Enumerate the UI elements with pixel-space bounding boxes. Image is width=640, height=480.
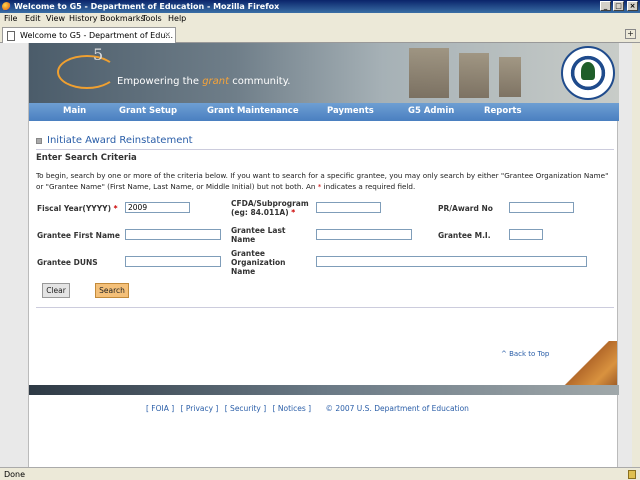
footer-notices-link[interactable]: [ Notices ] bbox=[273, 404, 312, 413]
instructions-text: To begin, search by one or more of the c… bbox=[36, 170, 616, 192]
footer-band bbox=[29, 385, 619, 395]
status-bar: Done bbox=[0, 467, 640, 480]
g5-logo bbox=[57, 55, 117, 89]
pr-award-input[interactable] bbox=[509, 202, 574, 213]
copyright-text: © 2007 U.S. Department of Education bbox=[325, 404, 469, 413]
tab-bar: Welcome to G5 - Department of Edu... × + bbox=[0, 25, 640, 43]
vertical-scrollbar[interactable] bbox=[632, 43, 640, 467]
maximize-button[interactable]: □ bbox=[613, 1, 624, 11]
menu-view[interactable]: View bbox=[46, 14, 65, 23]
mi-input[interactable] bbox=[509, 229, 543, 240]
required-star: * bbox=[113, 204, 118, 213]
tab-close-icon[interactable]: × bbox=[164, 30, 171, 39]
last-name-label: Grantee Last Name bbox=[231, 226, 286, 244]
pr-award-label: PR/Award No bbox=[438, 204, 493, 213]
nav-reports[interactable]: Reports bbox=[484, 106, 522, 116]
fiscal-year-input[interactable] bbox=[125, 202, 190, 213]
minimize-button[interactable]: _ bbox=[600, 1, 611, 11]
fiscal-year-label: Fiscal Year(YYYY) * bbox=[37, 204, 118, 213]
footer-links: [ FOIA ] [ Privacy ] [ Security ] [ Noti… bbox=[146, 404, 473, 413]
cfda-label: CFDA/Subprogram (eg: 84.011A) * bbox=[231, 199, 311, 217]
site-banner: 5 Empowering the grant community. bbox=[29, 43, 619, 103]
g5-logo-text: 5 bbox=[93, 45, 104, 64]
tab-label: Welcome to G5 - Department of Edu... bbox=[20, 31, 174, 40]
tagline-accent: grant bbox=[202, 76, 230, 87]
page-icon bbox=[7, 31, 15, 41]
first-name-label: Grantee First Name bbox=[37, 231, 120, 240]
window-titlebar: Welcome to G5 - Department of Education … bbox=[0, 0, 640, 13]
firefox-icon bbox=[2, 2, 11, 11]
org-name-input[interactable] bbox=[316, 256, 587, 267]
close-window-button[interactable]: × bbox=[627, 1, 638, 11]
required-star: * bbox=[291, 208, 296, 217]
first-name-input[interactable] bbox=[125, 229, 221, 240]
menu-bar: File Edit View History Bookmarks Tools H… bbox=[0, 13, 640, 25]
browser-tab[interactable]: Welcome to G5 - Department of Edu... × bbox=[2, 27, 176, 43]
tagline-part: community. bbox=[229, 76, 291, 87]
window-title: Welcome to G5 - Department of Education … bbox=[14, 2, 280, 11]
back-to-top-link[interactable]: ^ Back to Top bbox=[501, 350, 549, 358]
page-title: Initiate Award Reinstatement bbox=[47, 135, 193, 146]
bookshelf-decoration bbox=[459, 53, 489, 98]
bookshelf-decoration bbox=[409, 48, 449, 98]
seal-tree-icon bbox=[581, 62, 595, 80]
menu-help[interactable]: Help bbox=[168, 14, 186, 23]
label-text: Fiscal Year(YYYY) bbox=[37, 204, 112, 213]
department-seal-icon bbox=[561, 46, 615, 100]
lock-icon bbox=[628, 470, 636, 479]
duns-input[interactable] bbox=[125, 256, 221, 267]
title-divider bbox=[36, 149, 614, 150]
status-text: Done bbox=[4, 470, 26, 479]
footer-foia-link[interactable]: [ FOIA ] bbox=[146, 404, 174, 413]
nav-g5-admin[interactable]: G5 Admin bbox=[408, 106, 454, 116]
new-tab-button[interactable]: + bbox=[625, 29, 636, 39]
collapse-icon[interactable] bbox=[36, 138, 42, 144]
clear-button[interactable]: Clear bbox=[42, 283, 70, 298]
last-name-input[interactable] bbox=[316, 229, 412, 240]
banner-tagline: Empowering the grant community. bbox=[117, 76, 290, 87]
mi-label: Grantee M.I. bbox=[438, 231, 491, 240]
menu-bookmarks[interactable]: Bookmarks bbox=[100, 14, 145, 23]
menu-edit[interactable]: Edit bbox=[25, 14, 41, 23]
menu-history[interactable]: History bbox=[69, 14, 97, 23]
nav-grant-setup[interactable]: Grant Setup bbox=[119, 106, 177, 116]
main-navbar: Main Grant Setup Grant Maintenance Payme… bbox=[29, 103, 619, 121]
bookshelf-decoration bbox=[499, 57, 521, 97]
instructions-part: indicates a required field. bbox=[321, 182, 416, 191]
org-name-label: Grantee Organization Name bbox=[231, 249, 286, 276]
duns-label: Grantee DUNS bbox=[37, 258, 98, 267]
nav-grant-maintenance[interactable]: Grant Maintenance bbox=[207, 106, 299, 116]
menu-tools[interactable]: Tools bbox=[142, 14, 162, 23]
tagline-part: Empowering the bbox=[117, 76, 203, 87]
web-page: 5 Empowering the grant community. Main G… bbox=[28, 43, 619, 467]
nav-payments[interactable]: Payments bbox=[327, 106, 374, 116]
search-button[interactable]: Search bbox=[95, 283, 129, 298]
form-divider bbox=[36, 307, 614, 308]
cfda-input[interactable] bbox=[316, 202, 381, 213]
browser-content: 5 Empowering the grant community. Main G… bbox=[0, 43, 640, 467]
section-title: Enter Search Criteria bbox=[36, 153, 137, 163]
footer-privacy-link[interactable]: [ Privacy ] bbox=[181, 404, 219, 413]
label-text: CFDA/Subprogram (eg: 84.011A) bbox=[231, 199, 309, 217]
nav-main[interactable]: Main bbox=[63, 106, 86, 116]
footer-security-link[interactable]: [ Security ] bbox=[225, 404, 266, 413]
menu-file[interactable]: File bbox=[4, 14, 17, 23]
